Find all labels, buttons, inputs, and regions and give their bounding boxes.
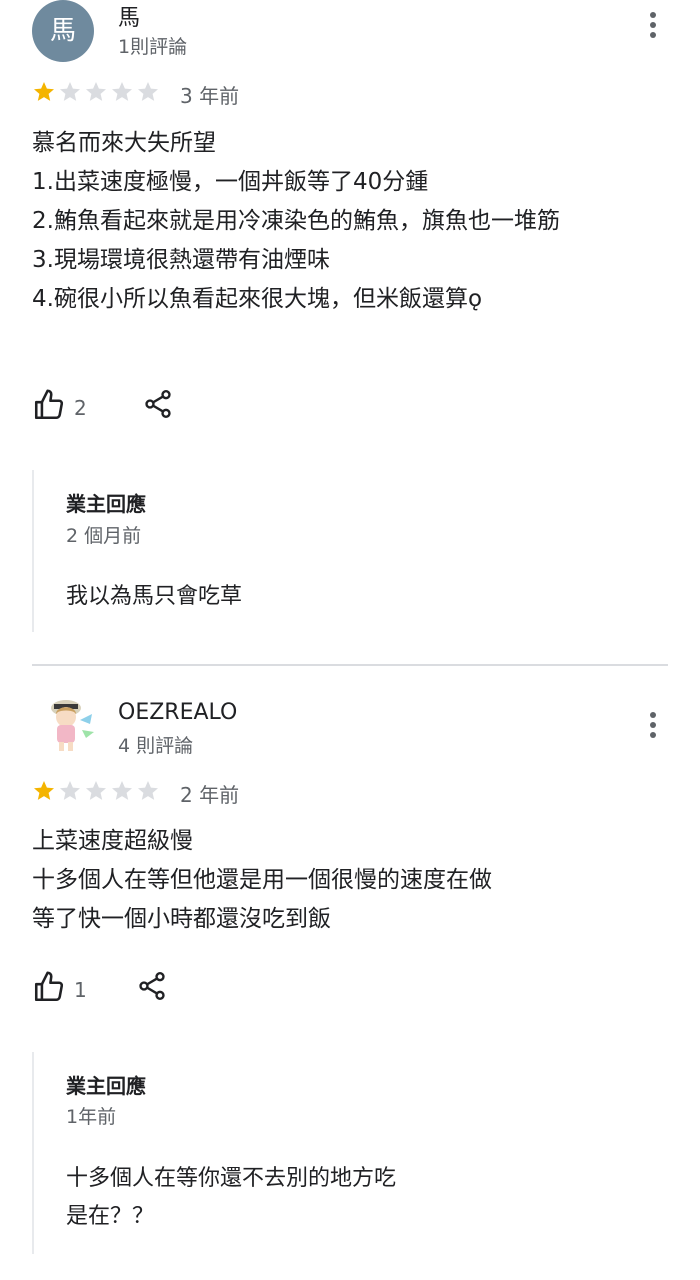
divider: [32, 664, 668, 666]
star-rating: [32, 779, 160, 803]
owner-reply-text: 我以為馬只會吃草: [66, 584, 243, 609]
review-count: 4 則評論: [118, 735, 194, 757]
star-empty-icon: [84, 80, 108, 104]
owner-reply-text: 十多個人在等你還不去別的地方吃 是在？？: [66, 1166, 397, 1229]
owner-reply-date: 2 個月前: [66, 525, 142, 547]
reviewer-name[interactable]: 馬: [118, 0, 140, 32]
star-empty-icon: [136, 779, 160, 803]
star-empty-icon: [110, 80, 134, 104]
star-filled-icon: [32, 779, 56, 803]
star-filled-icon: [32, 80, 56, 104]
review-date: 3 年前: [180, 84, 240, 108]
reviewer-name[interactable]: OEZREALO: [118, 700, 237, 725]
share-icon[interactable]: [142, 388, 176, 422]
owner-reply-date: 1年前: [66, 1106, 117, 1128]
owner-reply-title: 業主回應: [66, 492, 146, 516]
star-empty-icon: [58, 779, 82, 803]
review-text: 慕名而來大失所望 1.出菜速度極慢，一個丼飯等了40分鍾 2.鮪魚看起來就是用冷…: [32, 130, 560, 312]
star-rating: [32, 80, 160, 104]
avatar[interactable]: [40, 694, 98, 752]
more-vert-icon[interactable]: [638, 704, 668, 744]
thumb-up-icon[interactable]: [32, 970, 68, 1006]
star-empty-icon: [58, 80, 82, 104]
thumb-up-icon[interactable]: [32, 388, 68, 424]
more-vert-icon[interactable]: [638, 4, 668, 44]
reply-indent-bar: [32, 1052, 34, 1254]
like-count: 2: [74, 396, 87, 420]
star-empty-icon: [110, 779, 134, 803]
review-date: 2 年前: [180, 783, 240, 807]
review-text: 上菜速度超級慢 十多個人在等但他還是用一個很慢的速度在做 等了快一個小時都還沒吃…: [32, 828, 492, 932]
star-empty-icon: [84, 779, 108, 803]
share-icon[interactable]: [136, 970, 170, 1004]
review-count: 1則評論: [118, 36, 188, 58]
owner-reply-title: 業主回應: [66, 1074, 146, 1098]
reply-indent-bar: [32, 470, 34, 632]
avatar[interactable]: 馬: [32, 0, 94, 62]
like-count: 1: [74, 978, 87, 1002]
star-empty-icon: [136, 80, 160, 104]
